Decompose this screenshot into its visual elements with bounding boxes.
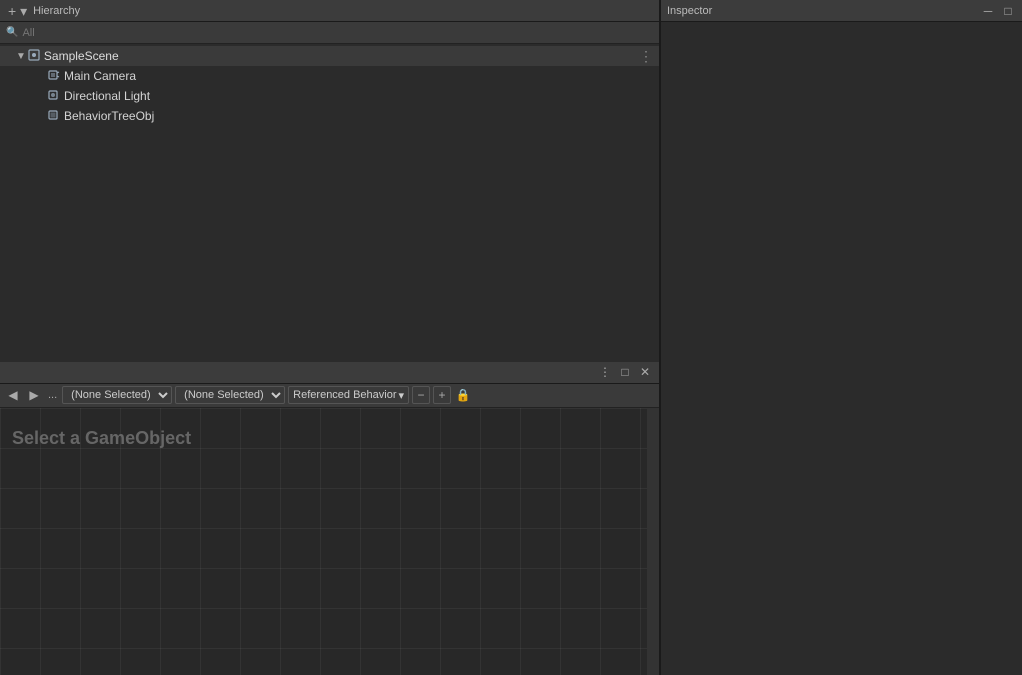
inspector-title: Inspector <box>667 5 712 17</box>
light-icon <box>48 89 60 104</box>
hierarchy-item-behavior-tree-obj[interactable]: BehaviorTreeObj <box>0 106 659 126</box>
inspector-header: Inspector ─ □ <box>661 0 1022 22</box>
scene-more-icon[interactable]: ⋮ <box>639 48 653 65</box>
inspector-panel: Inspector ─ □ <box>660 0 1022 675</box>
scene-row[interactable]: ▼ SampleScene ⋮ <box>0 46 659 66</box>
hierarchy-title: Hierarchy <box>33 5 80 17</box>
hierarchy-tree: ▼ SampleScene ⋮ Main Camera <box>0 44 659 362</box>
search-icon: 🔍 <box>6 27 18 38</box>
hierarchy-toolbar: 🔍 <box>0 22 659 44</box>
hierarchy-titlebar: + ▾ Hierarchy <box>0 0 659 22</box>
behavior-tree-obj-label: BehaviorTreeObj <box>64 109 154 123</box>
inspector-minimize-button[interactable]: ─ <box>980 3 996 19</box>
inspector-controls: ─ □ <box>980 3 1016 19</box>
more-options-button[interactable]: ... <box>46 387 59 403</box>
hierarchy-header-left: + ▾ Hierarchy <box>6 4 80 18</box>
inspector-maximize-button[interactable]: □ <box>1000 3 1016 19</box>
behavior-canvas[interactable]: Select a GameObject <box>0 408 659 675</box>
referenced-behavior-dropdown-icon: ▾ <box>399 389 405 402</box>
main-camera-label: Main Camera <box>64 69 136 83</box>
panel-close-button[interactable]: ✕ <box>637 364 653 380</box>
behavior-designer-panel: ⋮ □ ✕ ◀ ▶ ... (None Selected) (None Sele… <box>0 362 659 675</box>
behavior-dropdown[interactable]: (None Selected) <box>175 386 285 404</box>
add-gameobject-button[interactable]: + ▾ <box>6 4 29 18</box>
behavior-window-titlebar: ⋮ □ ✕ <box>0 362 659 384</box>
scene-icon <box>28 49 40 64</box>
scrollbar-track <box>647 408 659 675</box>
gameobject-icon <box>48 69 60 84</box>
directional-light-label: Directional Light <box>64 89 150 103</box>
lock-button[interactable]: 🔒 <box>454 386 472 404</box>
scene-arrow-icon: ▼ <box>16 51 26 62</box>
back-button[interactable]: ◀ <box>4 386 22 404</box>
panel-maximize-button[interactable]: □ <box>617 364 633 380</box>
add-button[interactable]: + <box>433 386 451 404</box>
select-gameobject-text: Select a GameObject <box>12 428 191 449</box>
hierarchy-item-main-camera[interactable]: Main Camera <box>0 66 659 86</box>
hierarchy-item-directional-light[interactable]: Directional Light <box>0 86 659 106</box>
forward-button[interactable]: ▶ <box>25 386 43 404</box>
scene-name-label: SampleScene <box>44 49 119 63</box>
remove-button[interactable]: − <box>412 386 430 404</box>
referenced-behavior-button[interactable]: Referenced Behavior ▾ <box>288 386 409 404</box>
behavior-tree-icon <box>48 109 60 124</box>
referenced-behavior-label: Referenced Behavior <box>293 389 396 401</box>
hierarchy-panel: + ▾ Hierarchy 🔍 ▼ SampleScene ⋮ <box>0 0 660 675</box>
panel-options-button[interactable]: ⋮ <box>597 364 613 380</box>
behavior-toolbar: ◀ ▶ ... (None Selected) (None Selected) … <box>0 384 659 408</box>
gameobject-dropdown[interactable]: (None Selected) <box>62 386 172 404</box>
hierarchy-search-input[interactable] <box>22 27 142 39</box>
